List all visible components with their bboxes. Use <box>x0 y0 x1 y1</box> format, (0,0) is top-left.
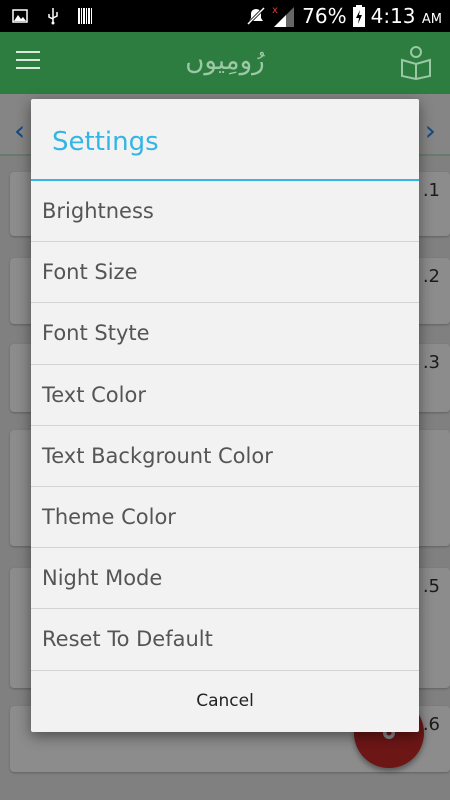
clock-time: 4:13 AM <box>370 4 442 28</box>
option-brightness[interactable]: Brightness <box>31 181 419 243</box>
option-night-mode[interactable]: Night Mode <box>31 548 419 610</box>
battery-percent: 76% <box>302 4 347 28</box>
option-font-style[interactable]: Font Styte <box>31 303 419 365</box>
svg-text:x: x <box>272 5 278 16</box>
image-icon <box>12 9 28 23</box>
cancel-button[interactable]: Cancel <box>31 671 419 731</box>
settings-dialog: Settings Brightness Font Size Font Styte… <box>31 99 419 732</box>
signal-icon: x <box>272 5 295 27</box>
reading-book-icon[interactable] <box>398 44 434 80</box>
usb-icon <box>48 8 58 25</box>
app-title: رُومِیوں <box>185 46 265 76</box>
option-font-size[interactable]: Font Size <box>31 242 419 304</box>
battery-charging-icon <box>352 5 365 27</box>
option-text-color[interactable]: Text Color <box>31 365 419 426</box>
option-theme-color[interactable]: Theme Color <box>31 487 419 549</box>
option-text-background-color[interactable]: Text Backgrount Color <box>31 426 419 487</box>
status-bar: x 76% 4:13 AM <box>0 0 450 32</box>
mute-icon <box>247 6 266 26</box>
dialog-title: Settings <box>31 99 419 181</box>
barcode-icon <box>78 8 92 24</box>
option-reset-to-default[interactable]: Reset To Default <box>31 609 419 671</box>
app-bar: رُومِیوں <box>0 32 450 94</box>
